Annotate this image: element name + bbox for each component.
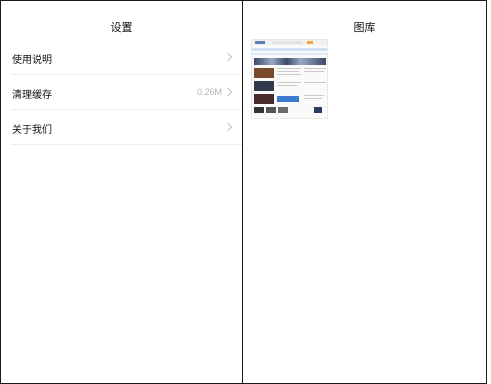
cache-size-value: 0.26M (196, 87, 222, 97)
gallery-screen: 图库 (242, 0, 487, 384)
thumb-photo-1 (254, 68, 274, 78)
settings-list: 使用说明 清理缓存 0.26M 关于我们 (1, 40, 242, 145)
thumb-text-line (277, 74, 301, 75)
settings-item-instructions[interactable]: 使用说明 (11, 40, 242, 75)
thumb-blue-ad (277, 96, 299, 102)
settings-item-label: 清理缓存 (12, 90, 52, 101)
thumb-url-bar (272, 41, 302, 44)
thumb-text-line (304, 68, 326, 69)
thumb-text-line (304, 98, 322, 99)
thumb-orange-badge (307, 41, 313, 44)
settings-item-clear-cache[interactable]: 清理缓存 0.26M (11, 75, 242, 110)
thumb-photo-5 (266, 107, 276, 113)
thumb-nav-strip (252, 48, 327, 51)
thumb-photo-2 (254, 81, 274, 91)
thumb-subnav (252, 53, 327, 55)
thumb-text-line (277, 82, 301, 83)
app-root: 设置 使用说明 清理缓存 0.26M 关于我们 图库 (0, 0, 491, 384)
thumb-photo-3 (254, 94, 274, 104)
chevron-right-icon (223, 52, 233, 62)
chevron-right-icon (223, 87, 233, 97)
thumb-small-icon (314, 107, 322, 113)
thumb-text-line (304, 95, 324, 96)
thumb-text-line (304, 71, 324, 72)
gallery-title: 图库 (353, 21, 376, 34)
thumb-banner (254, 58, 326, 65)
gallery-thumbnail[interactable] (251, 39, 328, 119)
settings-item-label: 关于我们 (12, 125, 52, 136)
thumb-text-line (277, 68, 301, 69)
settings-item-about-us[interactable]: 关于我们 (11, 110, 242, 145)
thumb-logo (255, 41, 265, 44)
thumb-text-line (304, 82, 326, 83)
thumb-text-line (277, 71, 299, 72)
settings-item-label: 使用说明 (12, 55, 52, 66)
thumb-text-line (277, 85, 297, 86)
settings-title: 设置 (110, 21, 133, 34)
thumb-photo-4 (254, 107, 264, 113)
settings-screen: 设置 使用说明 清理缓存 0.26M 关于我们 (0, 0, 243, 384)
chevron-right-icon (223, 122, 233, 132)
thumb-photo-6 (278, 107, 288, 113)
